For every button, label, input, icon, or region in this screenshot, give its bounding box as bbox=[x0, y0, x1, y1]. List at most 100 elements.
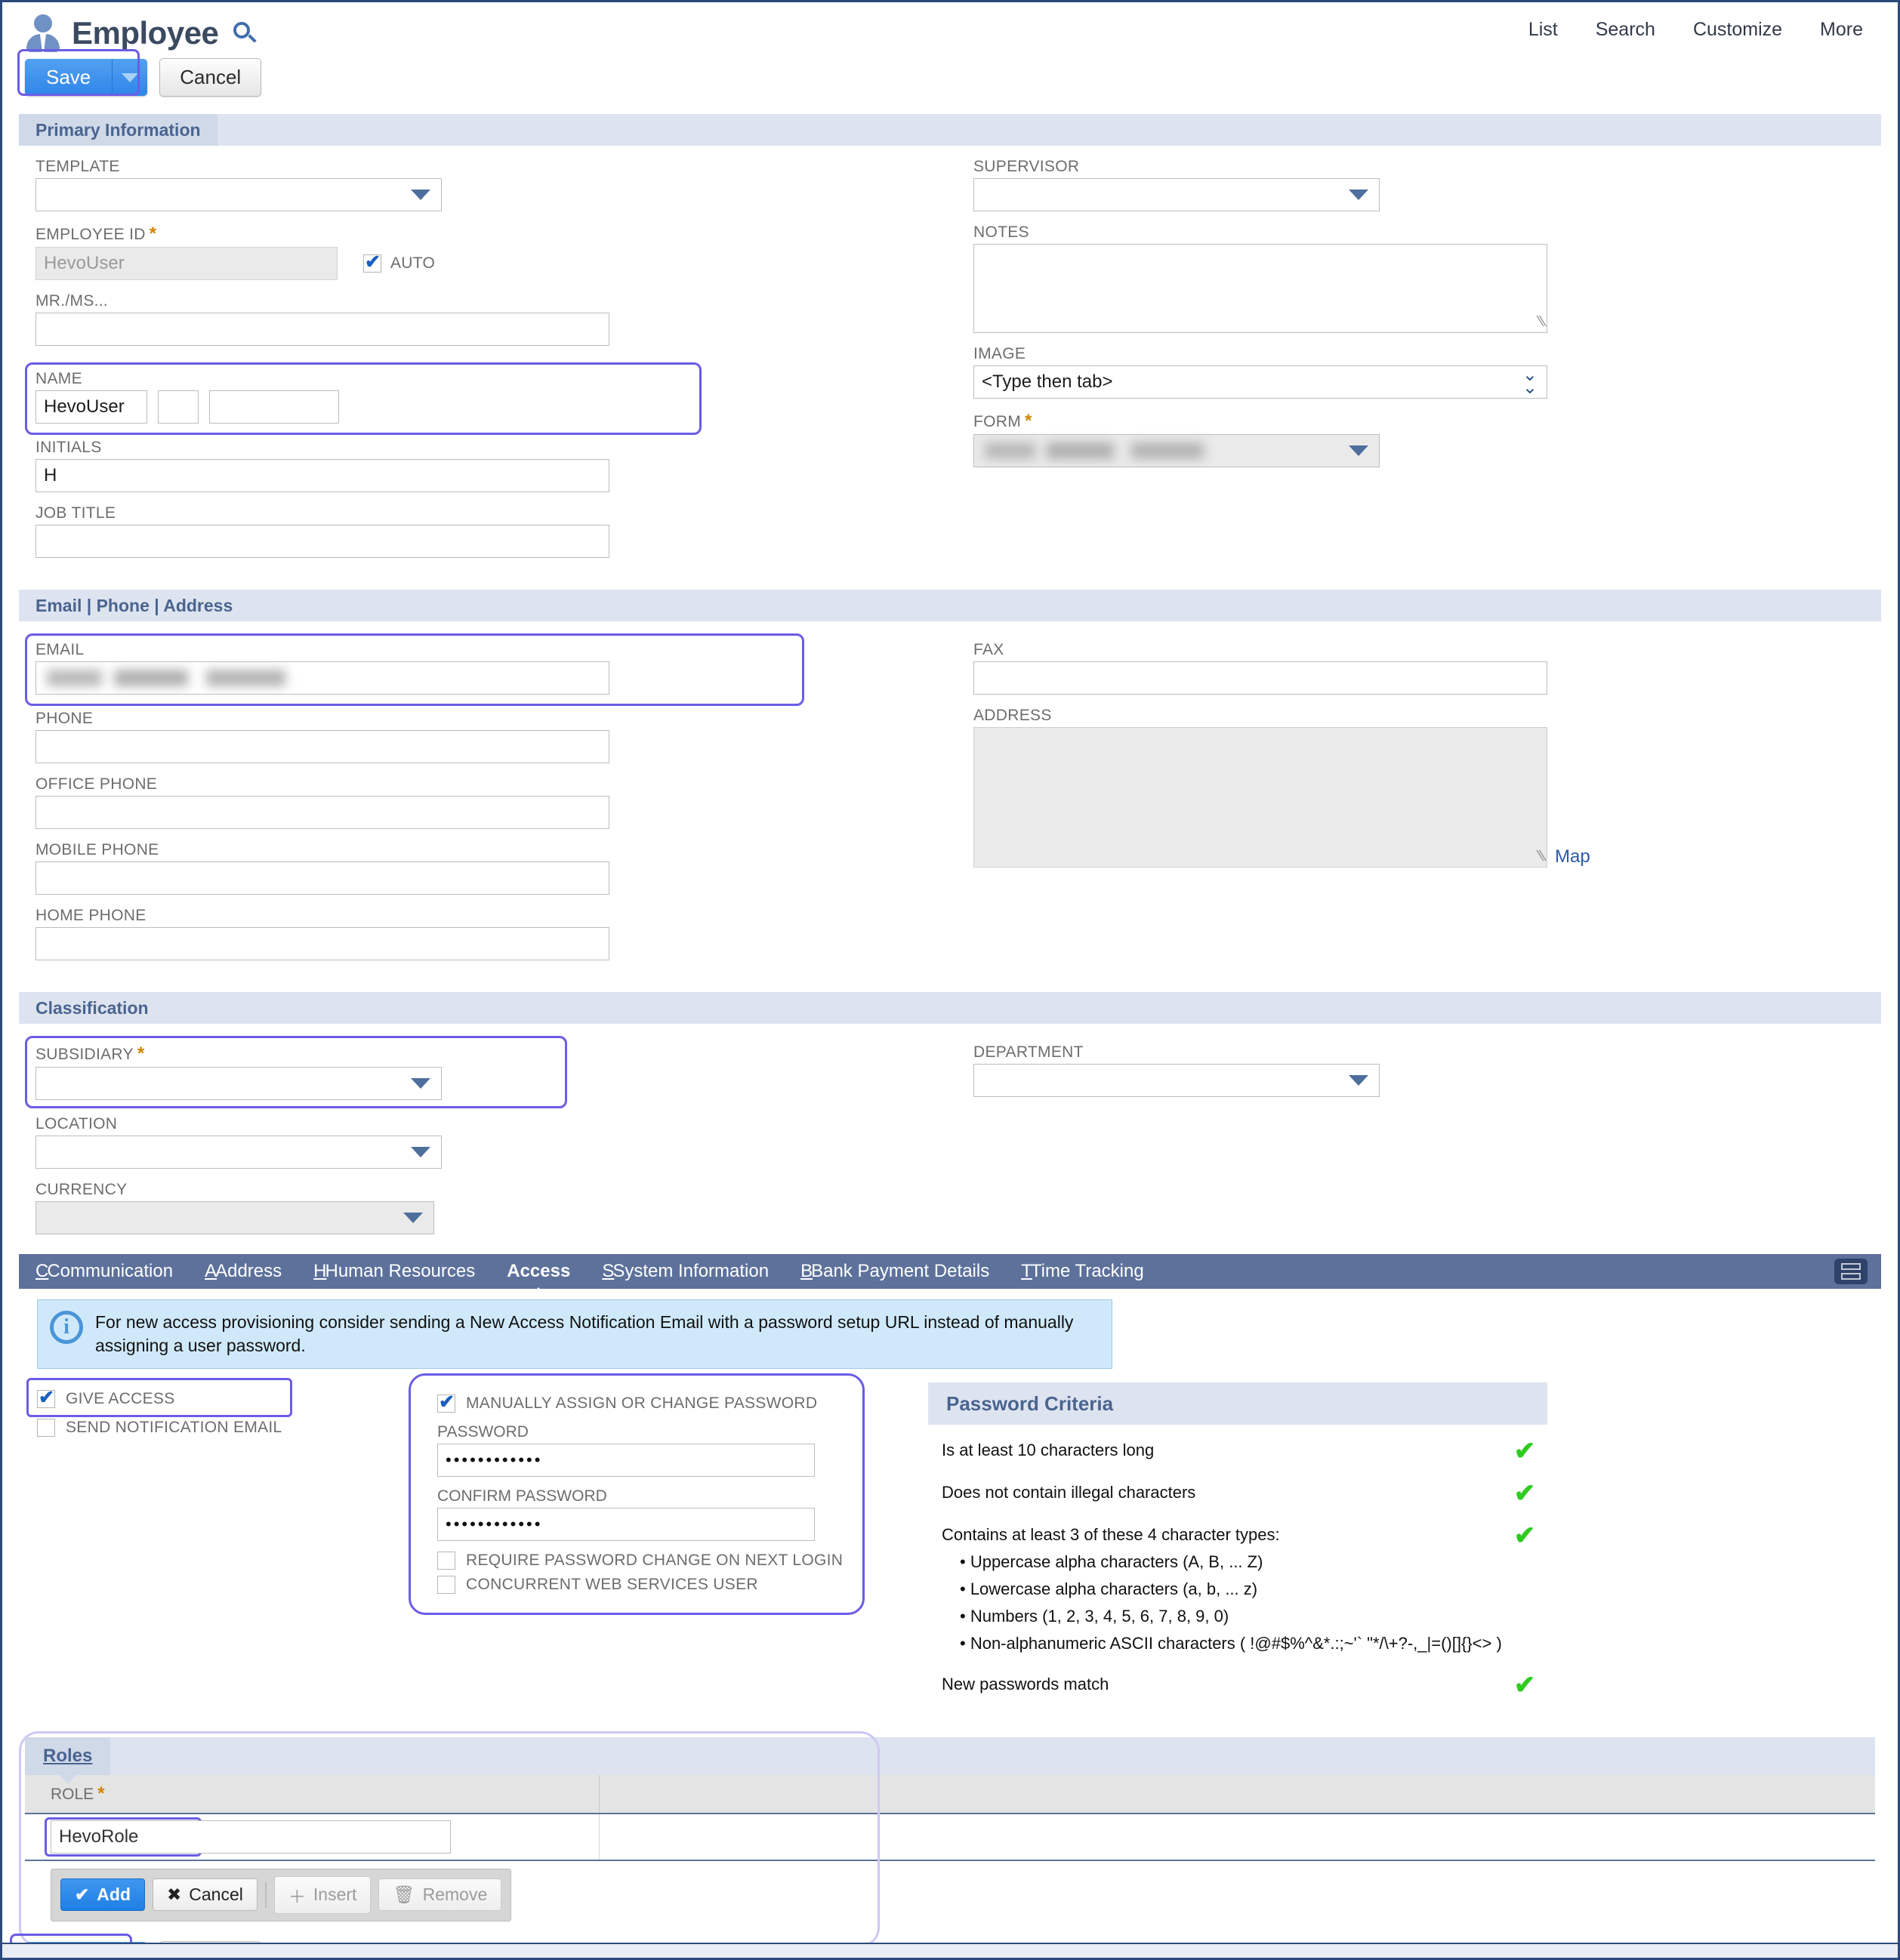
field-home-phone: HOME PHONE bbox=[35, 907, 948, 960]
give-access-row[interactable]: GIVE ACCESS bbox=[37, 1386, 415, 1409]
home-phone-input[interactable] bbox=[35, 927, 609, 960]
send-notification-email-label: SEND NOTIFICATION EMAIL bbox=[66, 1419, 282, 1437]
field-fax: FAX bbox=[973, 641, 1877, 695]
role-value: HevoRole bbox=[59, 1826, 139, 1847]
resize-grip-icon[interactable]: ⁄⁄ bbox=[1538, 313, 1544, 331]
currency-select[interactable] bbox=[35, 1201, 434, 1234]
save-button-top[interactable]: Save bbox=[25, 59, 148, 96]
nav-list[interactable]: List bbox=[1528, 19, 1558, 41]
image-value: <Type then tab> bbox=[982, 371, 1113, 392]
criteria-text: Does not contain illegal characters bbox=[942, 1483, 1196, 1502]
form-value-redacted bbox=[985, 442, 1266, 459]
tab-human-resources[interactable]: HHuman Resources bbox=[313, 1261, 475, 1282]
split-layout-icon[interactable] bbox=[1834, 1259, 1868, 1284]
email-input[interactable] bbox=[35, 661, 609, 695]
nav-search[interactable]: Search bbox=[1596, 19, 1655, 41]
double-chevron-down-icon[interactable]: ⌄ ⌄ bbox=[1522, 366, 1538, 397]
roles-header-bar: Roles bbox=[25, 1737, 1875, 1775]
supervisor-select[interactable] bbox=[973, 178, 1380, 211]
field-department: DEPARTMENT bbox=[973, 1043, 1877, 1097]
contact-body: EMAIL PHONE OFFICE PHONE MOBILE PHONE HO… bbox=[2, 621, 1898, 960]
mr-ms-input[interactable] bbox=[35, 313, 609, 346]
map-link[interactable]: Map bbox=[1555, 846, 1590, 868]
confirm-password-input[interactable]: •••••••••••• bbox=[437, 1508, 815, 1542]
save-dropdown-caret-icon[interactable] bbox=[113, 59, 148, 96]
search-icon[interactable] bbox=[232, 20, 258, 46]
cancel-role-button[interactable]: ✖ Cancel bbox=[153, 1878, 258, 1912]
tab-access[interactable]: Access bbox=[507, 1261, 570, 1282]
fax-input[interactable] bbox=[973, 661, 1547, 695]
chevron-down-icon bbox=[411, 1147, 430, 1157]
office-phone-input[interactable] bbox=[35, 796, 609, 829]
roles-sublist: Roles ROLE * HevoRole ✔ Add ✖ Cancel ＋ Inser… bbox=[19, 1730, 1875, 1947]
mobile-phone-input[interactable] bbox=[35, 861, 609, 895]
location-select[interactable] bbox=[35, 1136, 442, 1169]
criteria-row: Contains at least 3 of these 4 character… bbox=[928, 1523, 1547, 1655]
job-title-input[interactable] bbox=[35, 525, 609, 558]
form-select[interactable] bbox=[973, 434, 1380, 467]
tab-communication[interactable]: CCommunication bbox=[35, 1261, 173, 1282]
manually-assign-password-checkbox[interactable] bbox=[437, 1391, 455, 1413]
field-office-phone: OFFICE PHONE bbox=[35, 775, 948, 829]
section-contact: Email | Phone | Address bbox=[19, 590, 1881, 621]
cancel-button-top[interactable]: Cancel bbox=[159, 58, 262, 97]
criteria-row: Is at least 10 characters long ✔ bbox=[928, 1438, 1547, 1464]
field-image: IMAGE <Type then tab> ⌄ ⌄ bbox=[973, 345, 1877, 399]
label-mobile-phone: MOBILE PHONE bbox=[35, 841, 159, 858]
image-field[interactable]: <Type then tab> ⌄ ⌄ bbox=[973, 365, 1547, 399]
field-subsidiary: SUBSIDIARY * bbox=[25, 1036, 948, 1108]
give-access-checkbox[interactable] bbox=[37, 1386, 55, 1409]
field-template: TEMPLATE bbox=[35, 158, 948, 211]
template-select[interactable] bbox=[35, 178, 442, 211]
nav-more[interactable]: More bbox=[1820, 19, 1863, 41]
roles-tab[interactable]: Roles bbox=[25, 1737, 111, 1775]
chevron-down-icon bbox=[411, 1078, 430, 1089]
name-first-input[interactable]: HevoUser bbox=[35, 390, 147, 424]
tab-time-tracking[interactable]: TTime Tracking bbox=[1021, 1261, 1143, 1282]
page-header: Employee List Search Customize More Save… bbox=[2, 2, 1898, 114]
notes-textarea[interactable]: ⁄⁄ bbox=[973, 244, 1547, 333]
phone-input[interactable] bbox=[35, 730, 609, 763]
label-address: ADDRESS bbox=[973, 707, 1052, 724]
remove-role-button[interactable]: 🗑 Remove bbox=[378, 1878, 502, 1912]
roles-action-buttons: ✔ Add ✖ Cancel ＋ Insert 🗑 Remove bbox=[51, 1868, 512, 1921]
tab-system-information[interactable]: SSystem Information bbox=[602, 1261, 769, 1282]
role-select[interactable]: HevoRole bbox=[51, 1820, 451, 1854]
concurrent-web-services-checkbox[interactable] bbox=[437, 1576, 455, 1595]
name-last-input[interactable] bbox=[209, 390, 339, 424]
check-icon: ✔ bbox=[75, 1884, 90, 1905]
tab-strip: CCommunication AAddress HHuman Resources… bbox=[19, 1254, 1881, 1289]
password-input[interactable]: •••••••••••• bbox=[437, 1444, 815, 1478]
nav-customize[interactable]: Customize bbox=[1693, 19, 1782, 41]
label-initials: INITIALS bbox=[35, 439, 102, 456]
address-textarea[interactable]: ⁄⁄ bbox=[973, 727, 1547, 868]
insert-role-button[interactable]: ＋ Insert bbox=[273, 1875, 372, 1914]
auto-checkbox[interactable] bbox=[363, 251, 381, 273]
manually-assign-password-row[interactable]: MANUALLY ASSIGN OR CHANGE PASSWORD bbox=[437, 1391, 865, 1413]
criteria-subitem: • Non-alphanumeric ASCII characters ( !@… bbox=[960, 1633, 1502, 1653]
initials-input[interactable]: H bbox=[35, 459, 609, 492]
name-middle-input[interactable] bbox=[158, 390, 199, 424]
require-password-change-row[interactable]: REQUIRE PASSWORD CHANGE ON NEXT LOGIN bbox=[437, 1552, 865, 1570]
require-password-change-checkbox[interactable] bbox=[437, 1552, 455, 1570]
footer-strip bbox=[2, 1943, 1898, 1958]
tab-bank-payment-details[interactable]: BBank Payment Details bbox=[800, 1261, 989, 1282]
employee-form-page: Employee List Search Customize More Save… bbox=[0, 0, 1900, 1960]
criteria-text: Contains at least 3 of these 4 character… bbox=[942, 1525, 1280, 1545]
plus-icon: ＋ bbox=[288, 1886, 306, 1906]
header-nav: List Search Customize More bbox=[1528, 19, 1863, 41]
access-info-banner: i For new access provisioning consider s… bbox=[37, 1299, 1112, 1370]
label-employee-id: EMPLOYEE ID * bbox=[35, 223, 157, 244]
tab-address[interactable]: AAddress bbox=[205, 1261, 282, 1282]
chevron-down-icon bbox=[411, 190, 430, 200]
resize-grip-icon[interactable]: ⁄⁄ bbox=[1538, 848, 1544, 865]
department-select[interactable] bbox=[973, 1064, 1380, 1097]
employee-id-input[interactable]: HevoUser bbox=[35, 247, 338, 280]
label-department: DEPARTMENT bbox=[973, 1043, 1084, 1061]
concurrent-web-services-row[interactable]: CONCURRENT WEB SERVICES USER bbox=[437, 1576, 865, 1595]
add-role-button[interactable]: ✔ Add bbox=[60, 1878, 145, 1912]
classification-body: SUBSIDIARY * LOCATION CURRENCY DEPARTMEN… bbox=[2, 1024, 1898, 1234]
subsidiary-select[interactable] bbox=[35, 1067, 442, 1100]
send-notification-email-checkbox[interactable] bbox=[37, 1419, 55, 1438]
send-notification-email-row[interactable]: SEND NOTIFICATION EMAIL bbox=[37, 1419, 415, 1438]
